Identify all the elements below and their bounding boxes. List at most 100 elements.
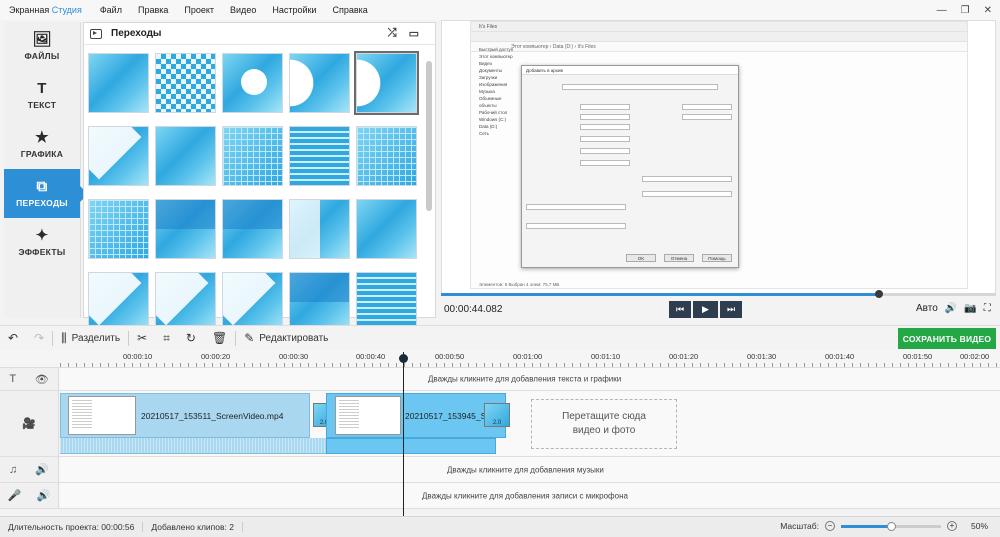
filmstrip-icon[interactable]: ▭ [409,27,419,40]
nav-effects-label: ЭФФЕКТЫ [18,247,66,257]
transition-marker[interactable]: 2.0 [484,403,510,427]
zoom-knob[interactable] [886,521,896,531]
volume-icon[interactable]: 🔊 [35,463,49,476]
transition-tile[interactable] [289,272,350,332]
transition-tile[interactable] [88,272,149,332]
transition-tile[interactable] [88,126,149,186]
dialog-cancel-button: Отмена [664,254,694,262]
menu-video[interactable]: Видео [222,5,264,15]
redo-icon: ↷ [34,331,45,345]
nav-files[interactable]: 🖼 ФАЙЛЫ [4,22,80,71]
transition-tile[interactable] [289,199,350,259]
camera-icon[interactable]: 📷 [964,303,976,314]
clip-2-name: 20210517_153945_Sc [405,411,491,421]
menu-bar: Экранная Студия Файл Правка Проект Видео… [0,0,1000,20]
clip-1-name: 20210517_153511_ScreenVideo.mp4 [141,411,284,421]
transition-tile-selected[interactable] [354,51,419,115]
previous-button[interactable]: ⏮ [669,301,691,318]
edit-button[interactable]: ✎ Редактировать [236,331,336,345]
app-window: Экранная Студия Файл Правка Проект Видео… [0,0,1000,537]
volume-icon[interactable]: 🔊 [37,489,51,502]
shuffle-icon[interactable]: ⤮ [388,27,397,40]
left-nav: 🖼 ФАЙЛЫ T ТЕКСТ ★ ГРАФИКА ⧉ ПЕРЕХОДЫ ✦ Э… [4,22,88,318]
text-track-body[interactable]: Дважды кликните для добавления текста и … [60,368,1000,390]
transition-tile[interactable] [289,53,350,113]
explorer-sidebar: Быстрый доступ Этот компьютер Видео Доку… [471,46,519,280]
edit-toolbar: ↶ ↷ ⫼ Разделить ✂ ⌗ ↻ 🗑 ✎ Редактировать СО… [0,325,1000,350]
crop-button[interactable]: ⌗ [155,331,178,346]
transition-tile[interactable] [222,126,283,186]
split-button[interactable]: ⫼ Разделить [53,331,128,346]
next-button[interactable]: ⏭ [720,301,742,318]
dialog-field [562,84,718,90]
playhead-handle[interactable] [399,354,408,363]
transition-tile[interactable] [155,53,216,113]
rotate-button[interactable]: ↻ [178,331,204,345]
video-track-header: 🎥 [0,391,59,456]
transition-tile[interactable] [356,272,417,332]
ruler-label: 00:00:20 [201,352,231,361]
volume-icon[interactable]: 🔊 [945,303,957,314]
zoom-value: 50% [970,521,988,531]
transition-tile[interactable] [155,272,216,332]
eye-icon[interactable]: 👁 [35,373,49,386]
redo-button[interactable]: ↷ [26,331,52,345]
transition-tile[interactable] [88,199,149,259]
explorer-side-item: Этот компьютер [479,54,513,59]
transport-controls: ⏮ ▶ ⏭ [669,301,742,318]
delete-button[interactable]: 🗑 [204,331,235,345]
mic-track-body[interactable]: Дважды кликните для добавления записи с … [60,483,1000,508]
menu-file[interactable]: Файл [92,5,130,15]
transition-tile[interactable] [222,199,283,259]
progress-knob[interactable] [875,290,884,298]
zoom-slider[interactable] [840,521,941,531]
scrollbar-thumb[interactable] [426,61,432,211]
cut-button[interactable]: ✂ [129,331,155,345]
nav-effects[interactable]: ✦ ЭФФЕКТЫ [4,218,80,267]
archive-dialog: Добавить в архив OK Отмена Помощь [521,65,739,268]
playback-progress[interactable] [441,290,996,298]
menu-settings[interactable]: Настройки [264,5,324,15]
transition-tile[interactable] [289,126,350,186]
undo-button[interactable]: ↶ [0,331,26,345]
text-track-header: T 👁 [0,368,59,390]
video-clip-1[interactable]: 20210517_153511_ScreenVideo.mp4 [60,393,310,438]
timeline-ruler[interactable]: 00:00:10 00:00:20 00:00:30 00:00:40 00:0… [0,350,1000,368]
transition-tile[interactable] [155,199,216,259]
transition-tile[interactable] [356,126,417,186]
maximize-button[interactable]: ❐ [961,5,970,16]
project-duration: Длительность проекта: 00:00:56 [0,522,144,532]
quality-auto[interactable]: Авто [916,303,938,314]
menu-help[interactable]: Справка [324,5,375,15]
zoom-in-button[interactable]: + [946,521,957,531]
panel-scrollbar[interactable] [425,51,433,313]
dialog-field [580,114,630,120]
menu-project[interactable]: Проект [176,5,222,15]
nav-graphics[interactable]: ★ ГРАФИКА [4,120,80,169]
close-button[interactable]: ✕ [984,5,992,16]
video-clip-2[interactable]: 20210517_153945_Sc [326,393,506,438]
transition-tile[interactable] [155,126,216,186]
transition-tile[interactable] [88,53,149,113]
transition-tile[interactable] [222,53,283,113]
ruler-ticks [60,363,1000,367]
dialog-field [682,114,732,120]
ruler-label: 00:01:40 [825,352,855,361]
status-bar: Длительность проекта: 00:00:56 Добавлено… [0,516,1000,537]
minimize-button[interactable]: — [937,5,947,16]
clip-thumbnail [335,396,401,435]
media-drop-zone[interactable]: Перетащите сюда видео и фото [531,399,677,449]
video-track-body[interactable]: 20210517_153511_ScreenVideo.mp4 2.0 2021… [60,391,1000,456]
play-button[interactable]: ▶ [693,301,718,318]
nav-text[interactable]: T ТЕКСТ [4,71,80,120]
music-track-body[interactable]: Дважды кликните для добавления музыки [60,457,1000,482]
nav-transitions[interactable]: ⧉ ПЕРЕХОДЫ [4,169,88,218]
video-preview[interactable]: It's Files Этот компьютер › Data (D:) › … [441,20,996,294]
fullscreen-icon[interactable]: ⛶ [984,303,991,314]
save-video-button[interactable]: СОХРАНИТЬ ВИДЕО [898,328,996,349]
zoom-control: Масштаб: − + 50% [780,521,988,531]
zoom-out-button[interactable]: − [824,521,835,531]
menu-edit[interactable]: Правка [130,5,176,15]
transition-tile[interactable] [222,272,283,332]
transition-tile[interactable] [356,199,417,259]
